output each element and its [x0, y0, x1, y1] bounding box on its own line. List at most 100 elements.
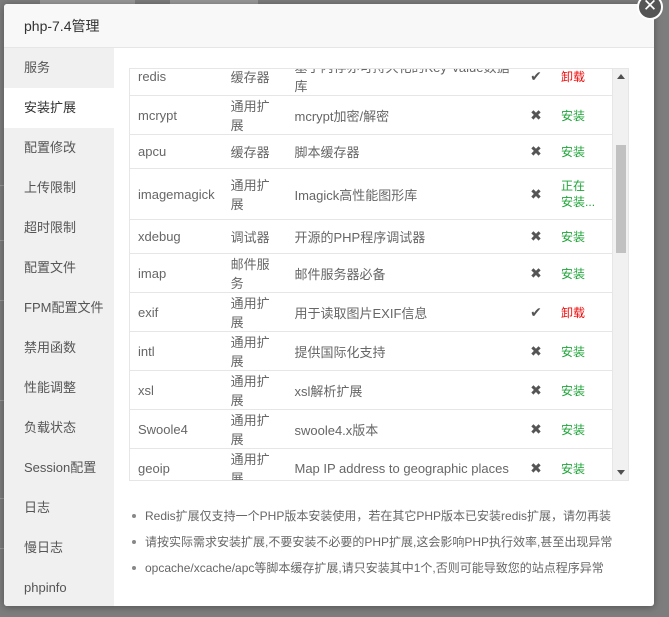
- sidebar-item[interactable]: 配置文件: [4, 248, 114, 288]
- sidebar-item[interactable]: 日志: [4, 488, 114, 528]
- extension-description: 开源的PHP程序调试器: [286, 219, 520, 254]
- extension-type: 缓存器: [222, 134, 287, 169]
- extension-type: 通用扩展: [222, 331, 287, 371]
- table-row: imagemagick 通用扩展 Imagick高性能图形库 ✖ 正在 安装...: [130, 168, 613, 220]
- php-manager-dialog: php-7.4管理 服务 安装扩展 配置修改 上传限制 超时限制 配置文件 FPM配置文件禁…: [4, 4, 654, 606]
- extension-type: 通用扩展: [222, 448, 287, 480]
- sidebar-item[interactable]: 服务: [4, 48, 114, 88]
- cross-icon: ✖: [530, 264, 542, 281]
- extension-description: 邮件服务器必备: [286, 253, 520, 293]
- status-cell: ✖: [519, 219, 554, 254]
- extension-type: 通用扩展: [222, 292, 287, 332]
- extension-type: 通用扩展: [222, 95, 287, 135]
- status-cell: ✔: [519, 68, 554, 96]
- status-cell: ✖: [519, 168, 554, 220]
- action-cell: 卸载: [553, 292, 613, 332]
- extension-name: xdebug: [130, 219, 223, 254]
- scroll-up-arrow-icon[interactable]: [617, 74, 625, 79]
- extension-name: redis: [130, 69, 223, 96]
- install-button[interactable]: 安装: [561, 423, 585, 437]
- status-cell: ✖: [519, 448, 554, 480]
- sidebar-item[interactable]: 超时限制: [4, 208, 114, 248]
- table-row: exif 通用扩展 用于读取图片EXIF信息 ✔ 卸载: [130, 292, 613, 332]
- sidebar-item[interactable]: phpinfo: [4, 568, 114, 606]
- extension-type: 邮件服务: [222, 253, 287, 293]
- uninstall-button[interactable]: 卸载: [561, 306, 585, 320]
- close-icon: ✕: [642, 0, 658, 16]
- extension-description: swoole4.x版本: [286, 409, 520, 449]
- install-button[interactable]: 安装: [561, 267, 585, 281]
- extension-name: apcu: [130, 134, 223, 169]
- action-cell: 安装: [553, 95, 613, 135]
- sidebar-item[interactable]: 慢日志: [4, 528, 114, 568]
- status-cell: ✖: [519, 253, 554, 293]
- action-cell: 安装: [553, 134, 613, 169]
- table-row: mcrypt 通用扩展 mcrypt加密/解密 ✖ 安装: [130, 95, 613, 135]
- note-item: Redis扩展仅支持一个PHP版本安装使用，若在其它PHP版本已安装redis扩…: [129, 503, 649, 529]
- check-icon: ✔: [530, 303, 542, 320]
- extension-name: Swoole4: [130, 409, 223, 449]
- extension-description: 提供国际化支持: [286, 331, 520, 371]
- action-cell: 安装: [553, 370, 613, 410]
- sidebar-item[interactable]: 配置修改: [4, 128, 114, 168]
- uninstall-button[interactable]: 卸载: [561, 70, 585, 84]
- note-item: opcache/xcache/apc等脚本缓存扩展,请只安装其中1个,否则可能导…: [129, 555, 649, 581]
- status-cell: ✖: [519, 331, 554, 371]
- install-button[interactable]: 安装: [561, 145, 585, 159]
- extension-description: 用于读取图片EXIF信息: [286, 292, 520, 332]
- install-button[interactable]: 安装: [561, 384, 585, 398]
- action-cell: 卸载: [553, 69, 613, 96]
- status-cell: ✖: [519, 409, 554, 449]
- sidebar-item[interactable]: 安装扩展: [4, 88, 114, 128]
- sidebar-item[interactable]: 负载状态: [4, 408, 114, 448]
- install-button[interactable]: 安装: [561, 462, 585, 476]
- extension-name: imagemagick: [130, 168, 223, 220]
- extension-description: 基于内存亦可持久化的Key-Value数据库: [286, 69, 520, 96]
- install-button[interactable]: 安装: [561, 230, 585, 244]
- table-row: imap 邮件服务 邮件服务器必备 ✖ 安装: [130, 253, 613, 293]
- install-button[interactable]: 安装: [561, 109, 585, 123]
- table-row: intl 通用扩展 提供国际化支持 ✖ 安装: [130, 331, 613, 371]
- extension-description: 脚本缓存器: [286, 134, 520, 169]
- extension-description: mcrypt加密/解密: [286, 95, 520, 135]
- notes-list: Redis扩展仅支持一个PHP版本安装使用，若在其它PHP版本已安装redis扩…: [129, 503, 649, 581]
- cross-icon: ✖: [530, 381, 542, 398]
- sidebar-item[interactable]: FPM配置文件: [4, 288, 114, 328]
- cross-icon: ✖: [530, 106, 542, 123]
- table-scrollbar[interactable]: [612, 69, 628, 480]
- scroll-thumb[interactable]: [616, 145, 626, 253]
- extensions-table: redis缓存器基于内存亦可持久化的Key-Value数据库✔卸载mcrypt通…: [130, 68, 613, 480]
- sidebar-item[interactable]: 禁用函数: [4, 328, 114, 368]
- extension-name: exif: [130, 292, 223, 332]
- action-cell: 安装: [553, 448, 613, 480]
- cross-icon: ✖: [530, 459, 542, 476]
- sidebar-item[interactable]: Session配置: [4, 448, 114, 488]
- extension-type: 通用扩展: [222, 370, 287, 410]
- sidebar-item[interactable]: 性能调整: [4, 368, 114, 408]
- status-cell: ✔: [519, 292, 554, 332]
- extension-type: 调试器: [222, 219, 287, 254]
- cross-icon: ✖: [530, 342, 542, 359]
- extension-description: xsl解析扩展: [286, 370, 520, 410]
- scroll-down-arrow-icon[interactable]: [617, 470, 625, 475]
- action-cell: 正在安装...: [553, 168, 613, 220]
- extension-description: Map IP address to geographic places: [286, 448, 520, 480]
- action-cell: 安装: [553, 409, 613, 449]
- extension-type: 缓存器: [222, 69, 287, 96]
- cross-icon: ✖: [530, 420, 542, 437]
- installing-status-line: 正在: [561, 179, 586, 193]
- install-button[interactable]: 安装: [561, 345, 585, 359]
- table-row: xdebug 调试器 开源的PHP程序调试器 ✖ 安装: [130, 219, 613, 254]
- cross-icon: ✖: [530, 143, 542, 159]
- installing-status-line: 安装...: [561, 195, 596, 209]
- status-cell: ✖: [519, 134, 554, 169]
- cross-icon: ✖: [530, 228, 542, 244]
- sidebar-item[interactable]: 上传限制: [4, 168, 114, 208]
- table-row: apcu 缓存器 脚本缓存器 ✖ 安装: [130, 134, 613, 169]
- status-cell: ✖: [519, 370, 554, 410]
- check-icon: ✔: [530, 68, 542, 84]
- extension-name: xsl: [130, 370, 223, 410]
- extensions-table-container: redis缓存器基于内存亦可持久化的Key-Value数据库✔卸载mcrypt通…: [129, 68, 629, 481]
- extension-type: 通用扩展: [222, 168, 287, 220]
- extensions-panel: redis缓存器基于内存亦可持久化的Key-Value数据库✔卸载mcrypt通…: [114, 48, 654, 606]
